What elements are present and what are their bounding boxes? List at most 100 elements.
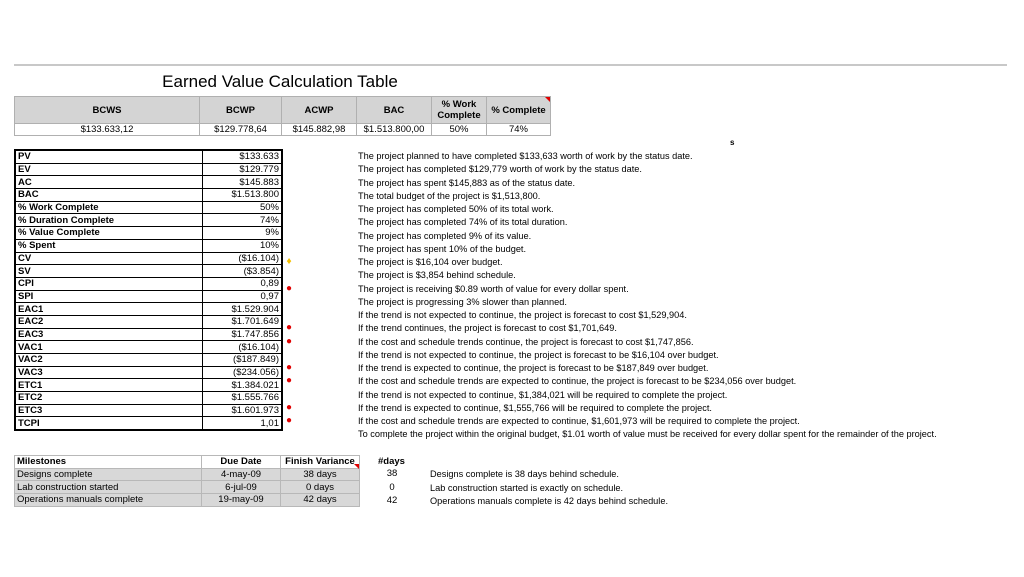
- value-bcws: $133.633,12: [14, 123, 200, 136]
- milestone-due-date: 4-may-09: [201, 467, 281, 482]
- metric-label: VAC1: [15, 340, 203, 354]
- milestone-row: Operations manuals complete 19-may-09 42 d…: [14, 493, 360, 507]
- top-divider: [14, 64, 1007, 66]
- comment-indicator-icon[interactable]: [354, 463, 359, 469]
- metric-row: EAC1 $1.529.904: [15, 302, 282, 316]
- header-bcwp: BCWP: [199, 96, 282, 124]
- metric-row: TCPI 1,01: [15, 416, 282, 431]
- red-dot-icon: ●: [285, 282, 293, 294]
- metric-value: $1.701.649: [202, 315, 282, 329]
- metric-label: CPI: [15, 277, 203, 291]
- metric-row: SV ($3.854): [15, 264, 282, 278]
- metric-description: The project has spent 10% of the budget.: [358, 243, 527, 254]
- metric-row: EAC3 $1.747.856: [15, 328, 282, 342]
- summary-table: BCWS BCWP ACWP BAC % Work Complete % Com…: [14, 96, 551, 136]
- metric-row: % Duration Complete 74%: [15, 213, 282, 228]
- red-dot-icon: ●: [285, 322, 293, 334]
- metric-row: VAC1 ($16.104): [15, 340, 282, 354]
- days-header: #days: [378, 456, 405, 467]
- metric-description: If the trend is not expected to continue…: [358, 349, 719, 360]
- metric-description: The project is progressing 3% slower tha…: [358, 296, 567, 307]
- metric-label: % Duration Complete: [15, 213, 203, 228]
- metric-row: CPI 0,89: [15, 277, 282, 291]
- metric-label: CV: [15, 252, 203, 266]
- milestone-row: Lab construction started 6-jul-09 0 days: [14, 480, 360, 495]
- metric-row: SPI 0,97: [15, 290, 282, 304]
- value-bac: $1.513.800,00: [356, 123, 432, 136]
- metric-value: $1.384.021: [202, 378, 282, 393]
- metric-label: ETC3: [15, 404, 203, 418]
- finish-variance-label: Finish Variance: [285, 456, 355, 468]
- milestone-row: Designs complete 4-may-09 38 days: [14, 467, 360, 482]
- metric-description: If the cost and schedule trends are expe…: [358, 416, 800, 426]
- metric-row: % Spent 10%: [15, 239, 282, 253]
- metric-value: $133.633: [202, 150, 282, 164]
- metric-label: EAC2: [15, 315, 203, 329]
- metric-label: VAC3: [15, 366, 203, 380]
- value-acwp: $145.882,98: [281, 123, 357, 136]
- metric-description: The project has completed 50% of its tot…: [358, 204, 554, 214]
- metric-description: If the trend continues, the project is f…: [358, 323, 617, 334]
- metric-value: 10%: [202, 239, 282, 253]
- comment-indicator-icon[interactable]: [545, 97, 550, 102]
- red-dot-icon: ●: [285, 335, 293, 347]
- metric-value: 1,01: [202, 416, 282, 431]
- due-date-header: Due Date: [201, 455, 281, 469]
- value-work-complete: 50%: [431, 123, 487, 136]
- metric-label: AC: [15, 175, 203, 190]
- metric-value: $1.529.904: [202, 302, 282, 316]
- metric-value: ($234.056): [202, 366, 282, 380]
- metric-label: ETC1: [15, 378, 203, 393]
- milestones-header: Milestones: [14, 455, 202, 469]
- milestone-variance: 42 days: [280, 493, 360, 507]
- metric-label: SPI: [15, 290, 203, 304]
- metric-description: The project planned to have completed $1…: [358, 151, 693, 161]
- metric-row: % Value Complete 9%: [15, 226, 282, 240]
- milestones-table: Milestones Due Date Finish Variance Desi…: [14, 455, 360, 507]
- red-dot-icon: ●: [285, 362, 293, 373]
- milestone-variance: 0 days: [280, 480, 360, 495]
- metric-value: 9%: [202, 226, 282, 240]
- metric-value: ($16.104): [202, 252, 282, 266]
- metric-description: The total budget of the project is $1,51…: [358, 190, 541, 201]
- milestone-description: Operations manuals complete is 42 days b…: [430, 496, 668, 507]
- value-bcwp: $129.778,64: [199, 123, 282, 136]
- metric-value: $1.747.856: [202, 328, 282, 342]
- metric-label: SV: [15, 264, 203, 278]
- metric-label: EAC3: [15, 328, 203, 342]
- metric-description: If the trend is not expected to continue…: [358, 389, 728, 400]
- metric-description: To complete the project within the origi…: [358, 429, 937, 440]
- milestone-days: 42: [386, 495, 398, 507]
- metric-row: PV $133.633: [15, 150, 282, 164]
- header-acwp: ACWP: [281, 96, 357, 124]
- metric-label: PV: [15, 150, 203, 164]
- red-dot-icon: ●: [285, 375, 293, 387]
- metric-description: If the trend is expected to continue, $1…: [358, 402, 712, 413]
- metric-label: EV: [15, 163, 203, 177]
- milestone-days: 0: [389, 481, 395, 493]
- metric-row: EV $129.779: [15, 163, 282, 177]
- metric-description: The project has completed $129,779 worth…: [358, 164, 642, 175]
- milestone-variance: 38 days: [280, 467, 360, 482]
- metric-description: If the cost and schedule trends continue…: [358, 336, 694, 347]
- metric-value: 0,97: [202, 290, 282, 304]
- metric-row: BAC $1.513.800: [15, 188, 282, 202]
- metric-description: The project has completed 74% of its tot…: [358, 217, 568, 228]
- metric-description: If the cost and schedule trends are expe…: [358, 376, 797, 387]
- metric-description: The project is $16,104 over budget.: [358, 257, 503, 267]
- metric-label: % Value Complete: [15, 226, 203, 240]
- metric-label: BAC: [15, 188, 203, 202]
- header-bac: BAC: [356, 96, 432, 124]
- value-complete: 74%: [486, 123, 551, 136]
- metric-row: AC $145.883: [15, 175, 282, 190]
- metric-value: $145.883: [202, 175, 282, 190]
- metric-value: 50%: [202, 201, 282, 215]
- metric-value: $1.513.800: [202, 188, 282, 202]
- milestone-name: Lab construction started: [14, 480, 202, 495]
- header-complete: % Complete: [486, 96, 551, 124]
- metric-value: ($3.854): [202, 264, 282, 278]
- metric-description: The project has completed 9% of its valu…: [358, 230, 532, 241]
- milestone-description: Lab construction started is exactly on s…: [430, 482, 624, 493]
- metric-description: If the trend is not expected to continue…: [358, 310, 687, 320]
- header-work-complete: % Work Complete: [431, 96, 487, 124]
